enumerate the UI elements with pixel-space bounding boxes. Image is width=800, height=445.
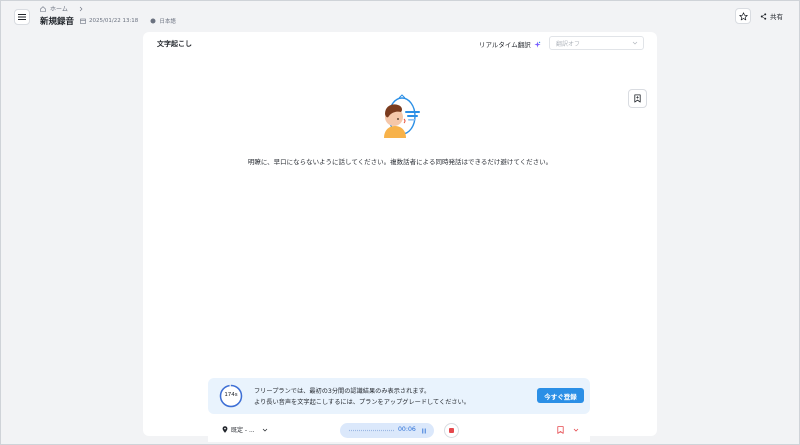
sparkle-icon	[534, 40, 541, 48]
chevron-down-icon[interactable]	[573, 427, 579, 433]
share-button[interactable]: 共有	[756, 8, 787, 24]
share-label: 共有	[770, 13, 783, 21]
recording-datetime: 2025/01/22 13:18	[89, 18, 139, 24]
waveform-dot	[377, 429, 378, 432]
waveform-dot	[383, 429, 384, 432]
waveform-dot	[381, 429, 382, 432]
free-plan-banner: 174s フリープランでは、最初の3分間の認識結果のみ表示されます。 より長い音…	[208, 378, 590, 414]
waveform-dot	[369, 429, 370, 432]
elapsed-time: 00:06	[398, 426, 416, 433]
share-icon	[760, 12, 767, 20]
pause-icon[interactable]	[420, 427, 428, 435]
bookmark-button[interactable]	[628, 89, 647, 108]
waveform-dot	[371, 429, 372, 432]
header: ホーム 新規録音 2025/01/22 13:18 日本語 共有	[0, 0, 800, 32]
waveform-dot	[375, 429, 376, 432]
chevron-right-icon	[79, 6, 83, 11]
translation-select[interactable]: 翻訳オフ	[549, 36, 644, 50]
waveform-dot	[349, 429, 350, 432]
home-icon	[40, 5, 46, 12]
breadcrumb-home-link[interactable]: ホーム	[50, 4, 68, 13]
banner-message-2: より長い音声を文字起こしするには、プランをアップグレードしてください。	[254, 399, 470, 406]
microphone-label: 既定 - ...	[231, 427, 255, 434]
countdown-text: 174s	[224, 392, 238, 398]
chevron-down-icon	[632, 41, 638, 45]
waveform-dot	[387, 429, 388, 432]
stop-recording-button[interactable]	[444, 423, 459, 438]
realtime-translation-label: リアルタイム翻訳	[479, 39, 541, 49]
waveform-dot	[359, 429, 360, 432]
translation-select-value: 翻訳オフ	[556, 40, 581, 48]
star-icon	[738, 11, 748, 20]
menu-button[interactable]	[14, 9, 30, 25]
globe-icon	[150, 18, 156, 24]
waveform-dot	[363, 429, 364, 432]
waveform-dot	[355, 429, 356, 432]
favorite-button[interactable]	[735, 8, 751, 24]
register-now-button[interactable]: 今すぐ登録	[537, 388, 584, 403]
waveform-dot	[385, 429, 386, 432]
waveform-dot	[379, 429, 380, 432]
hamburger-icon	[18, 14, 26, 20]
recording-language: 日本語	[159, 19, 176, 25]
waveform-dot	[365, 429, 366, 432]
chevron-down-icon	[262, 428, 267, 431]
banner-message-1: フリープランでは、最初の3分間の認識結果のみ表示されます。	[254, 388, 431, 395]
bookmark-icon[interactable]	[557, 426, 564, 434]
waveform-dot	[357, 429, 358, 432]
waveform-dot	[367, 429, 368, 432]
recording-controls: 既定 - ... 00:06	[208, 418, 590, 442]
recording-meta: 2025/01/22 13:18 日本語	[80, 17, 176, 25]
speaker-illustration	[384, 94, 420, 138]
calendar-icon	[80, 18, 86, 24]
microphone-select[interactable]: 既定 - ...	[222, 425, 268, 434]
waveform-dot	[353, 429, 354, 432]
breadcrumb: ホーム	[40, 4, 84, 13]
location-pin-icon	[222, 426, 228, 433]
waveform-dot	[373, 429, 374, 432]
realtime-translation-text: リアルタイム翻訳	[479, 41, 531, 49]
waveform-dot	[391, 429, 392, 432]
speaking-instruction: 明瞭に、早口にならないように話してください。複数話者による同時発話はできるだけ避…	[247, 158, 553, 166]
transcription-title: 文字起こし	[157, 40, 192, 48]
recording-status-pill: 00:06	[340, 423, 434, 438]
transcription-card: 文字起こし リアルタイム翻訳 翻訳オフ 明瞭に、早口にならないように話してくださ…	[143, 32, 657, 436]
bookmark-icon	[634, 94, 641, 103]
waveform-dot	[351, 429, 352, 432]
waveform-dot	[389, 429, 390, 432]
waveform-dot	[361, 429, 362, 432]
page-title: 新規録音	[40, 17, 75, 27]
waveform-dot	[393, 429, 394, 432]
stop-icon	[449, 428, 454, 433]
waveform	[349, 429, 394, 432]
